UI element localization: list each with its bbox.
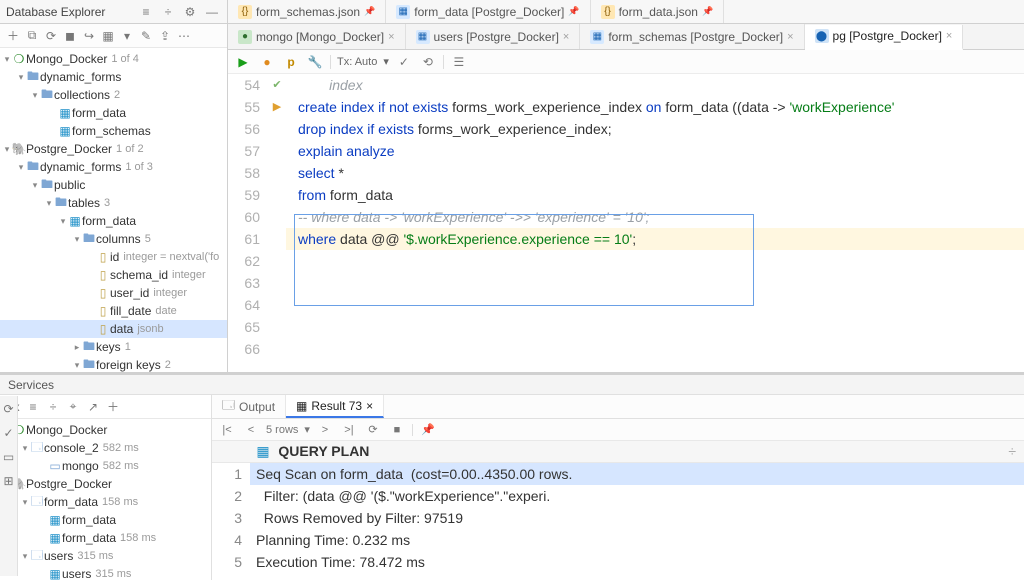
code-line[interactable]: -- where data -> 'workExperience' ->> 'e… bbox=[286, 206, 1024, 228]
file-tab-bar: Database Explorer ≡ ÷ ⚙ — {} form_schema… bbox=[0, 0, 1024, 24]
result-tab-bar: 🗔Output ▦Result 73× bbox=[212, 395, 1024, 419]
collapse-panel-icon[interactable]: ▭ bbox=[0, 448, 18, 466]
last-page-icon[interactable]: >| bbox=[340, 421, 358, 439]
next-page-icon[interactable]: > bbox=[316, 421, 334, 439]
first-page-icon[interactable]: |< bbox=[218, 421, 236, 439]
code-line[interactable]: index bbox=[286, 74, 1024, 96]
postgres-icon: ⬤ bbox=[815, 29, 829, 43]
prev-page-icon[interactable]: < bbox=[242, 421, 260, 439]
column-header: QUERY PLAN bbox=[278, 443, 369, 459]
close-icon[interactable]: × bbox=[946, 30, 952, 42]
filter-icon[interactable]: ▾ bbox=[118, 27, 136, 45]
refresh-icon[interactable]: ⟳ bbox=[42, 27, 60, 45]
result-grid[interactable]: ▦ QUERY PLAN÷ 1Seq Scan on form_data (co… bbox=[212, 441, 1024, 580]
collapse-all-icon[interactable]: ≡ bbox=[24, 398, 42, 416]
console-icon: 🗔 bbox=[222, 396, 235, 417]
settings-icon[interactable]: ⚙ bbox=[181, 3, 199, 21]
tree-node-selected[interactable]: ▯datajsonb bbox=[0, 320, 227, 338]
layout-panel-icon[interactable]: ⊞ bbox=[0, 472, 18, 490]
table-icon: ▦ bbox=[396, 5, 410, 19]
edit-icon[interactable]: ✎ bbox=[137, 27, 155, 45]
open-icon[interactable]: ↗ bbox=[84, 398, 102, 416]
db-explorer-tree[interactable]: ▾❍Mongo_Docker1 of 4 ▾🖿dynamic_forms ▾🖿c… bbox=[0, 48, 227, 372]
column-icon: ▦ bbox=[256, 441, 270, 462]
db-explorer-title: Database Explorer bbox=[6, 5, 133, 19]
result-tab[interactable]: ▦Result 73× bbox=[286, 395, 384, 418]
editor-panel: ●mongo [Mongo_Docker]× ▦users [Postgre_D… bbox=[228, 24, 1024, 372]
db-explorer-toolbar: ＋ ⧉ ⟳ ◼ ↪ ▦ ▾ ✎ ⇪ ⋯ bbox=[0, 24, 227, 48]
reload-icon[interactable]: ⟳ bbox=[364, 421, 382, 439]
commit-icon[interactable]: ✓ bbox=[395, 53, 413, 71]
result-row[interactable]: 4Planning Time: 0.232 ms bbox=[212, 529, 1024, 551]
expand-all-icon[interactable]: ÷ bbox=[44, 398, 62, 416]
code-line[interactable]: drop index if exists forms_work_experien… bbox=[286, 118, 1024, 140]
database-explorer-panel: ＋ ⧉ ⟳ ◼ ↪ ▦ ▾ ✎ ⇪ ⋯ ▾❍Mongo_Docker1 of 4… bbox=[0, 24, 228, 372]
file-tab[interactable]: ▦ form_data [Postgre_Docker] 📌 bbox=[386, 0, 590, 23]
stop-icon[interactable]: ◼ bbox=[61, 27, 79, 45]
close-icon[interactable]: × bbox=[787, 31, 793, 43]
grid-icon: ▦ bbox=[296, 399, 307, 413]
output-tab[interactable]: 🗔Output bbox=[212, 395, 286, 418]
editor-tab[interactable]: ▦form_schemas [Postgre_Docker]× bbox=[580, 24, 804, 49]
pin-icon: 📌 bbox=[364, 6, 375, 17]
json-icon: {} bbox=[601, 5, 615, 19]
explain-icon[interactable]: p bbox=[282, 53, 300, 71]
grid-icon[interactable]: ▦ bbox=[99, 27, 117, 45]
result-row[interactable]: 2 Filter: (data @@ '($."workExperience".… bbox=[212, 485, 1024, 507]
duplicate-icon[interactable]: ⧉ bbox=[23, 27, 41, 45]
services-panel: Services Tx ≡ ÷ ⌖ ↗ ＋ ▾❍Mongo_Docker ▾🗔c… bbox=[0, 372, 1024, 580]
check-icon[interactable]: ✓ bbox=[0, 424, 18, 442]
code-line[interactable]: where data @@ '$.workExperience.experien… bbox=[286, 228, 1024, 250]
collapse-icon[interactable]: ≡ bbox=[137, 3, 155, 21]
run-selected-icon[interactable]: ● bbox=[258, 53, 276, 71]
services-title: Services bbox=[8, 378, 54, 392]
services-tree[interactable]: Tx ≡ ÷ ⌖ ↗ ＋ ▾❍Mongo_Docker ▾🗔console_25… bbox=[0, 395, 212, 580]
result-toolbar: |< < 5 rows▾ > >| ⟳ ■ 📌 bbox=[212, 419, 1024, 441]
close-icon[interactable]: × bbox=[563, 31, 569, 43]
code-line[interactable]: create index if not exists forms_work_ex… bbox=[286, 96, 1024, 118]
code-line[interactable]: from form_data bbox=[286, 184, 1024, 206]
export-icon[interactable]: ⇪ bbox=[156, 27, 174, 45]
code-line[interactable]: explain analyze bbox=[286, 140, 1024, 162]
result-row[interactable]: 3 Rows Removed by Filter: 97519 bbox=[212, 507, 1024, 529]
mongo-icon: ● bbox=[238, 30, 252, 44]
rollback-icon[interactable]: ⟲ bbox=[419, 53, 437, 71]
editor-tab[interactable]: ▦users [Postgre_Docker]× bbox=[406, 24, 581, 49]
pin-icon[interactable]: 📌 bbox=[419, 421, 437, 439]
tx-mode-label[interactable]: Tx: Auto bbox=[337, 56, 377, 68]
editor-toolbar: ▶ ● p 🔧 Tx: Auto▾ ✓ ⟲ ☰ bbox=[228, 50, 1024, 74]
result-row[interactable]: 1Seq Scan on form_data (cost=0.00..4350.… bbox=[212, 463, 1024, 485]
file-tab[interactable]: {} form_data.json 📌 bbox=[591, 0, 725, 23]
file-tab[interactable]: {} form_schemas.json 📌 bbox=[228, 0, 386, 23]
close-icon[interactable]: × bbox=[388, 31, 394, 43]
close-icon[interactable]: × bbox=[366, 399, 373, 413]
result-row[interactable]: 5Execution Time: 78.472 ms bbox=[212, 551, 1024, 573]
editor-tab-bar: ●mongo [Mongo_Docker]× ▦users [Postgre_D… bbox=[228, 24, 1024, 50]
run-icon[interactable]: ▶ bbox=[234, 53, 252, 71]
code-line[interactable]: select * bbox=[286, 162, 1024, 184]
sql-editor[interactable]: 54555657585960616263646566 ✔▶ indexcreat… bbox=[228, 74, 1024, 372]
pin-icon: 📌 bbox=[702, 6, 713, 17]
expand-icon[interactable]: ÷ bbox=[159, 3, 177, 21]
editor-tab-active[interactable]: ⬤pg [Postgre_Docker]× bbox=[805, 25, 964, 50]
minimize-icon[interactable]: — bbox=[203, 3, 221, 21]
stop-icon[interactable]: ■ bbox=[388, 421, 406, 439]
jump-icon[interactable]: ↪ bbox=[80, 27, 98, 45]
wrench-icon[interactable]: 🔧 bbox=[306, 53, 324, 71]
rerun-icon[interactable]: ⟳ bbox=[0, 400, 18, 418]
layout-icon[interactable]: ☰ bbox=[450, 53, 468, 71]
pin-icon: 📌 bbox=[568, 6, 579, 17]
add-datasource-icon[interactable]: ＋ bbox=[4, 27, 22, 45]
json-icon: {} bbox=[238, 5, 252, 19]
table-icon: ▦ bbox=[590, 30, 604, 44]
editor-tab[interactable]: ●mongo [Mongo_Docker]× bbox=[228, 24, 406, 49]
table-icon: ▦ bbox=[416, 30, 430, 44]
add-icon[interactable]: ＋ bbox=[104, 398, 122, 416]
rows-count-label: 5 rows bbox=[266, 424, 298, 436]
more-icon[interactable]: ⋯ bbox=[175, 27, 193, 45]
locate-icon[interactable]: ⌖ bbox=[64, 398, 82, 416]
